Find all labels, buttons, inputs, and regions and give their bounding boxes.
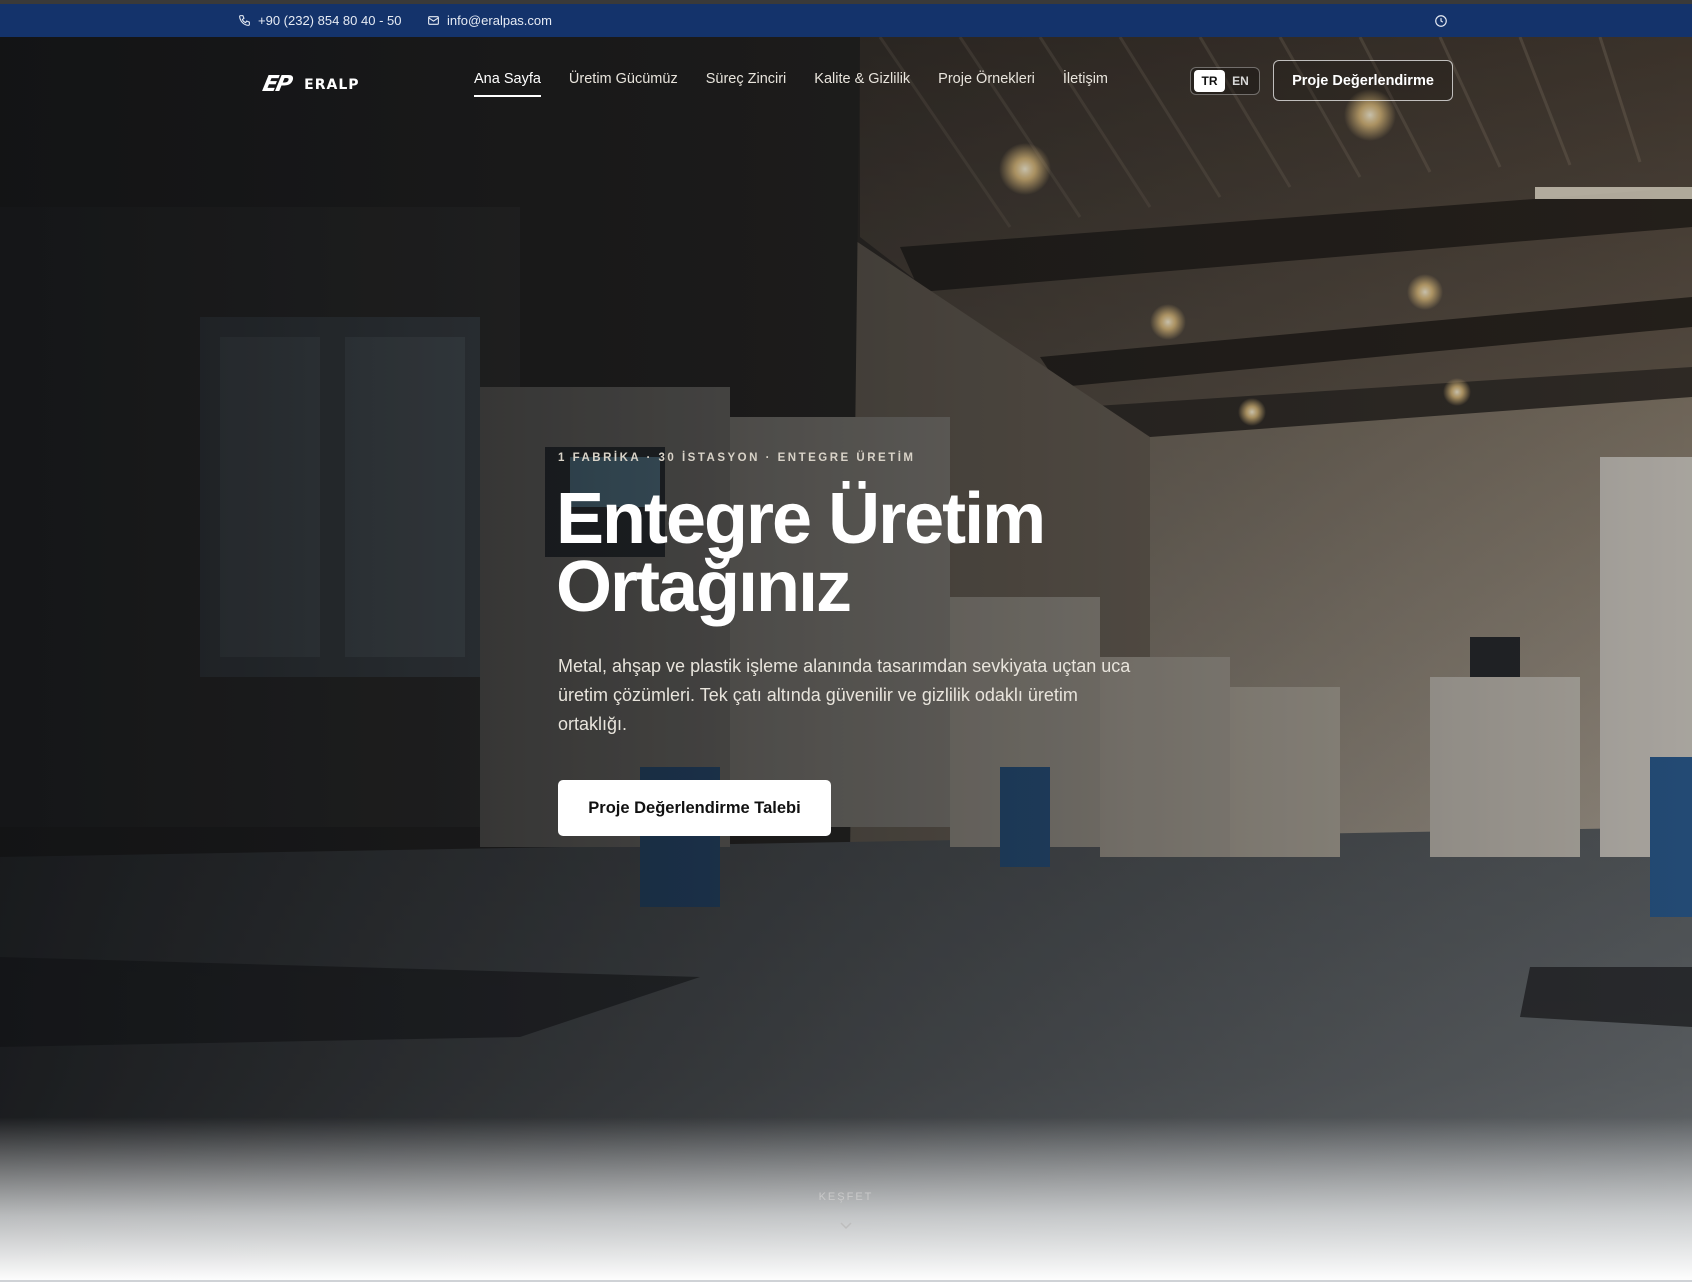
proje-degerlendirme-talebi-button[interactable]: Proje Değerlendirme Talebi xyxy=(558,780,831,836)
logo-mark: EP xyxy=(260,72,293,97)
nav-item-proje-ornekleri[interactable]: Proje Örnekleri xyxy=(938,71,1035,97)
phone-icon xyxy=(239,15,250,26)
hero-eyebrow: 1 FABRİKA · 30 İSTASYON · ENTEGRE ÜRETİM xyxy=(558,452,916,464)
lang-tr-button[interactable]: TR xyxy=(1194,70,1225,92)
nav-item-surec-zinciri[interactable]: Süreç Zinciri xyxy=(706,71,787,97)
chevron-down-icon[interactable] xyxy=(840,1222,852,1230)
hero-title: Entegre Üretim Ortağınız xyxy=(556,483,1176,623)
phone-contact[interactable]: +90 (232) 854 80 40 - 50 xyxy=(238,13,401,28)
mail-icon xyxy=(428,16,439,25)
nav-item-kalite-gizlilik[interactable]: Kalite & Gizlilik xyxy=(814,71,910,97)
proje-degerlendirme-button[interactable]: Proje Değerlendirme xyxy=(1273,60,1453,101)
lang-en-button[interactable]: EN xyxy=(1225,70,1256,92)
clock-icon[interactable] xyxy=(1434,14,1448,28)
email-address: info@eralpas.com xyxy=(447,13,552,28)
hero-section: EP ERALP Ana Sayfa Üretim Gücümüz Süreç … xyxy=(0,37,1692,1282)
logo-text: ERALP xyxy=(304,76,360,93)
main-nav: Ana Sayfa Üretim Gücümüz Süreç Zinciri K… xyxy=(474,71,1108,97)
phone-number: +90 (232) 854 80 40 - 50 xyxy=(258,13,402,28)
email-contact[interactable]: info@eralpas.com xyxy=(427,13,552,28)
language-switcher: TR EN xyxy=(1190,67,1260,95)
nav-item-iletisim[interactable]: İletişim xyxy=(1063,71,1108,97)
hero-description: Metal, ahşap ve plastik işleme alanında … xyxy=(558,656,1131,734)
nav-item-uretim-gucumuz[interactable]: Üretim Gücümüz xyxy=(569,71,678,97)
nav-item-ana-sayfa[interactable]: Ana Sayfa xyxy=(474,71,541,97)
brand-logo[interactable]: EP ERALP xyxy=(260,72,360,97)
hero-title-line2: Ortağınız xyxy=(556,547,852,627)
contact-topbar: +90 (232) 854 80 40 - 50 info@eralpas.co… xyxy=(0,4,1692,37)
explore-label[interactable]: KEŞFET xyxy=(0,1191,1692,1203)
